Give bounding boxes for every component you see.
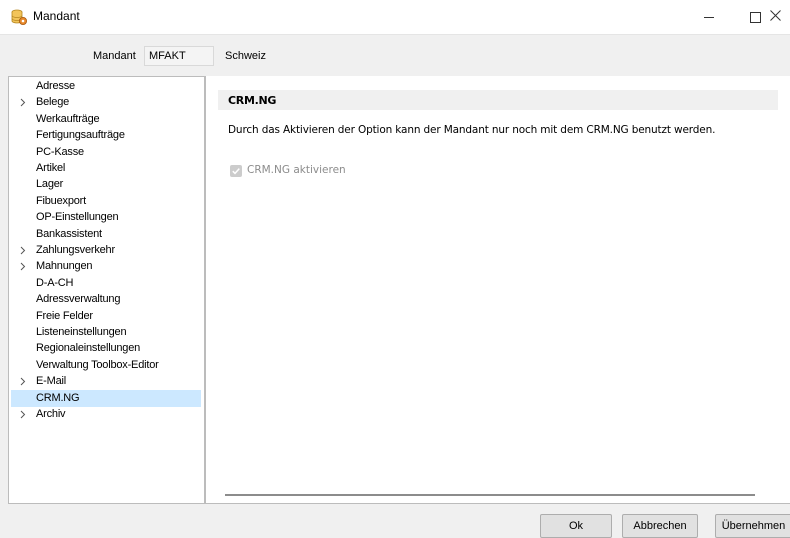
tree-item[interactable]: Artikel [11,160,201,177]
chevron-right-icon[interactable] [19,242,29,259]
minimize-button[interactable] [686,0,732,34]
tree-item[interactable]: PC-Kasse [11,144,201,161]
tree-item-label: Adressverwaltung [36,293,121,306]
tree-item[interactable]: Archiv [11,406,201,423]
tree-item[interactable]: Werkaufträge [11,111,201,128]
tree-item-label: E-Mail [36,375,66,388]
chevron-right-icon[interactable] [19,406,29,423]
checkmark-icon [232,168,240,175]
tree-item-label: Belege [36,96,70,109]
close-icon [769,10,781,24]
section-title: CRM.NG [228,94,277,107]
tree-item-label: Fibuexport [36,194,86,207]
tree-item[interactable]: Adressverwaltung [11,291,201,308]
tree-item-label: Werkaufträge [36,112,100,125]
tree-item[interactable]: Fibuexport [11,193,201,210]
tree-item[interactable]: Bankassistent [11,226,201,243]
tree-item-label: Bankassistent [36,227,102,240]
option-description: Durch das Aktivieren der Option kann der… [228,124,716,136]
tree-item[interactable]: D-A-CH [11,275,201,292]
apply-button[interactable]: Übernehmen [715,514,790,538]
ok-button[interactable]: Ok [540,514,612,538]
tree-item-label: Lager [36,178,64,191]
tree-item-label: Listeneinstellungen [36,326,127,338]
chevron-right-icon[interactable] [19,373,29,390]
cancel-button[interactable]: Abbrechen [622,514,698,538]
tree-item[interactable]: OP-Einstellungen [11,209,201,226]
tree-item-label: Freie Felder [36,309,93,322]
tree-item[interactable]: Adresse [11,78,201,95]
tree-item-label: Artikel [36,162,66,174]
mandant-app-icon [10,8,28,26]
tree-item[interactable]: E-Mail [11,373,201,390]
tree-item-label: CRM.NG [36,391,80,404]
tree-item[interactable]: Fertigungsaufträge [11,127,201,144]
crm-activate-checkbox[interactable] [230,165,242,177]
crm-activate-label: CRM.NG aktivieren [247,164,346,176]
tree-item-label: Zahlungsverkehr [36,244,115,256]
mandant-name: Schweiz [225,50,266,62]
tree-item[interactable]: CRM.NG [11,389,201,407]
maximize-icon [749,11,761,23]
tree-item-label: Fertigungsaufträge [36,129,125,142]
settings-tree[interactable]: Adresse Belege Werkaufträge Fertigungsauftr… [8,76,205,504]
tree-item[interactable]: Zahlungsverkehr [11,242,201,259]
horizontal-scrollbar[interactable] [225,494,755,496]
mandant-label: Mandant [93,50,136,62]
title-bar: Mandant [0,0,790,35]
tree-item[interactable]: Regionaleinstellungen [11,340,201,357]
settings-panel: CRM.NG Durch das Aktivieren der Option k… [205,76,790,504]
close-button[interactable] [760,0,790,34]
tree-item-label: Regionaleinstellungen [36,342,141,355]
chevron-right-icon[interactable] [19,94,29,111]
tree-item[interactable]: Verwaltung Toolbox-Editor [11,357,201,374]
tree-item[interactable]: Belege [11,94,201,111]
tree-item[interactable]: Mahnungen [11,258,201,275]
tree-item[interactable]: Listeneinstellungen [11,324,201,341]
tree-item[interactable]: Freie Felder [11,308,201,325]
chevron-right-icon[interactable] [19,258,29,275]
mandant-code-field[interactable]: MFAKT [144,46,214,66]
minimize-icon [704,16,714,18]
tree-item-label: OP-Einstellungen [36,211,119,224]
tree-item-label: Verwaltung Toolbox-Editor [36,358,159,371]
tree-item-label: PC-Kasse [36,145,84,158]
section-header: CRM.NG [218,90,778,110]
tree-item-label: Archiv [36,408,66,420]
tree-item-label: Adresse [36,80,75,92]
window-title: Mandant [33,9,80,23]
tree-item[interactable]: Lager [11,176,201,193]
tree-item-label: Mahnungen [36,260,93,273]
tree-item-label: D-A-CH [36,276,74,289]
